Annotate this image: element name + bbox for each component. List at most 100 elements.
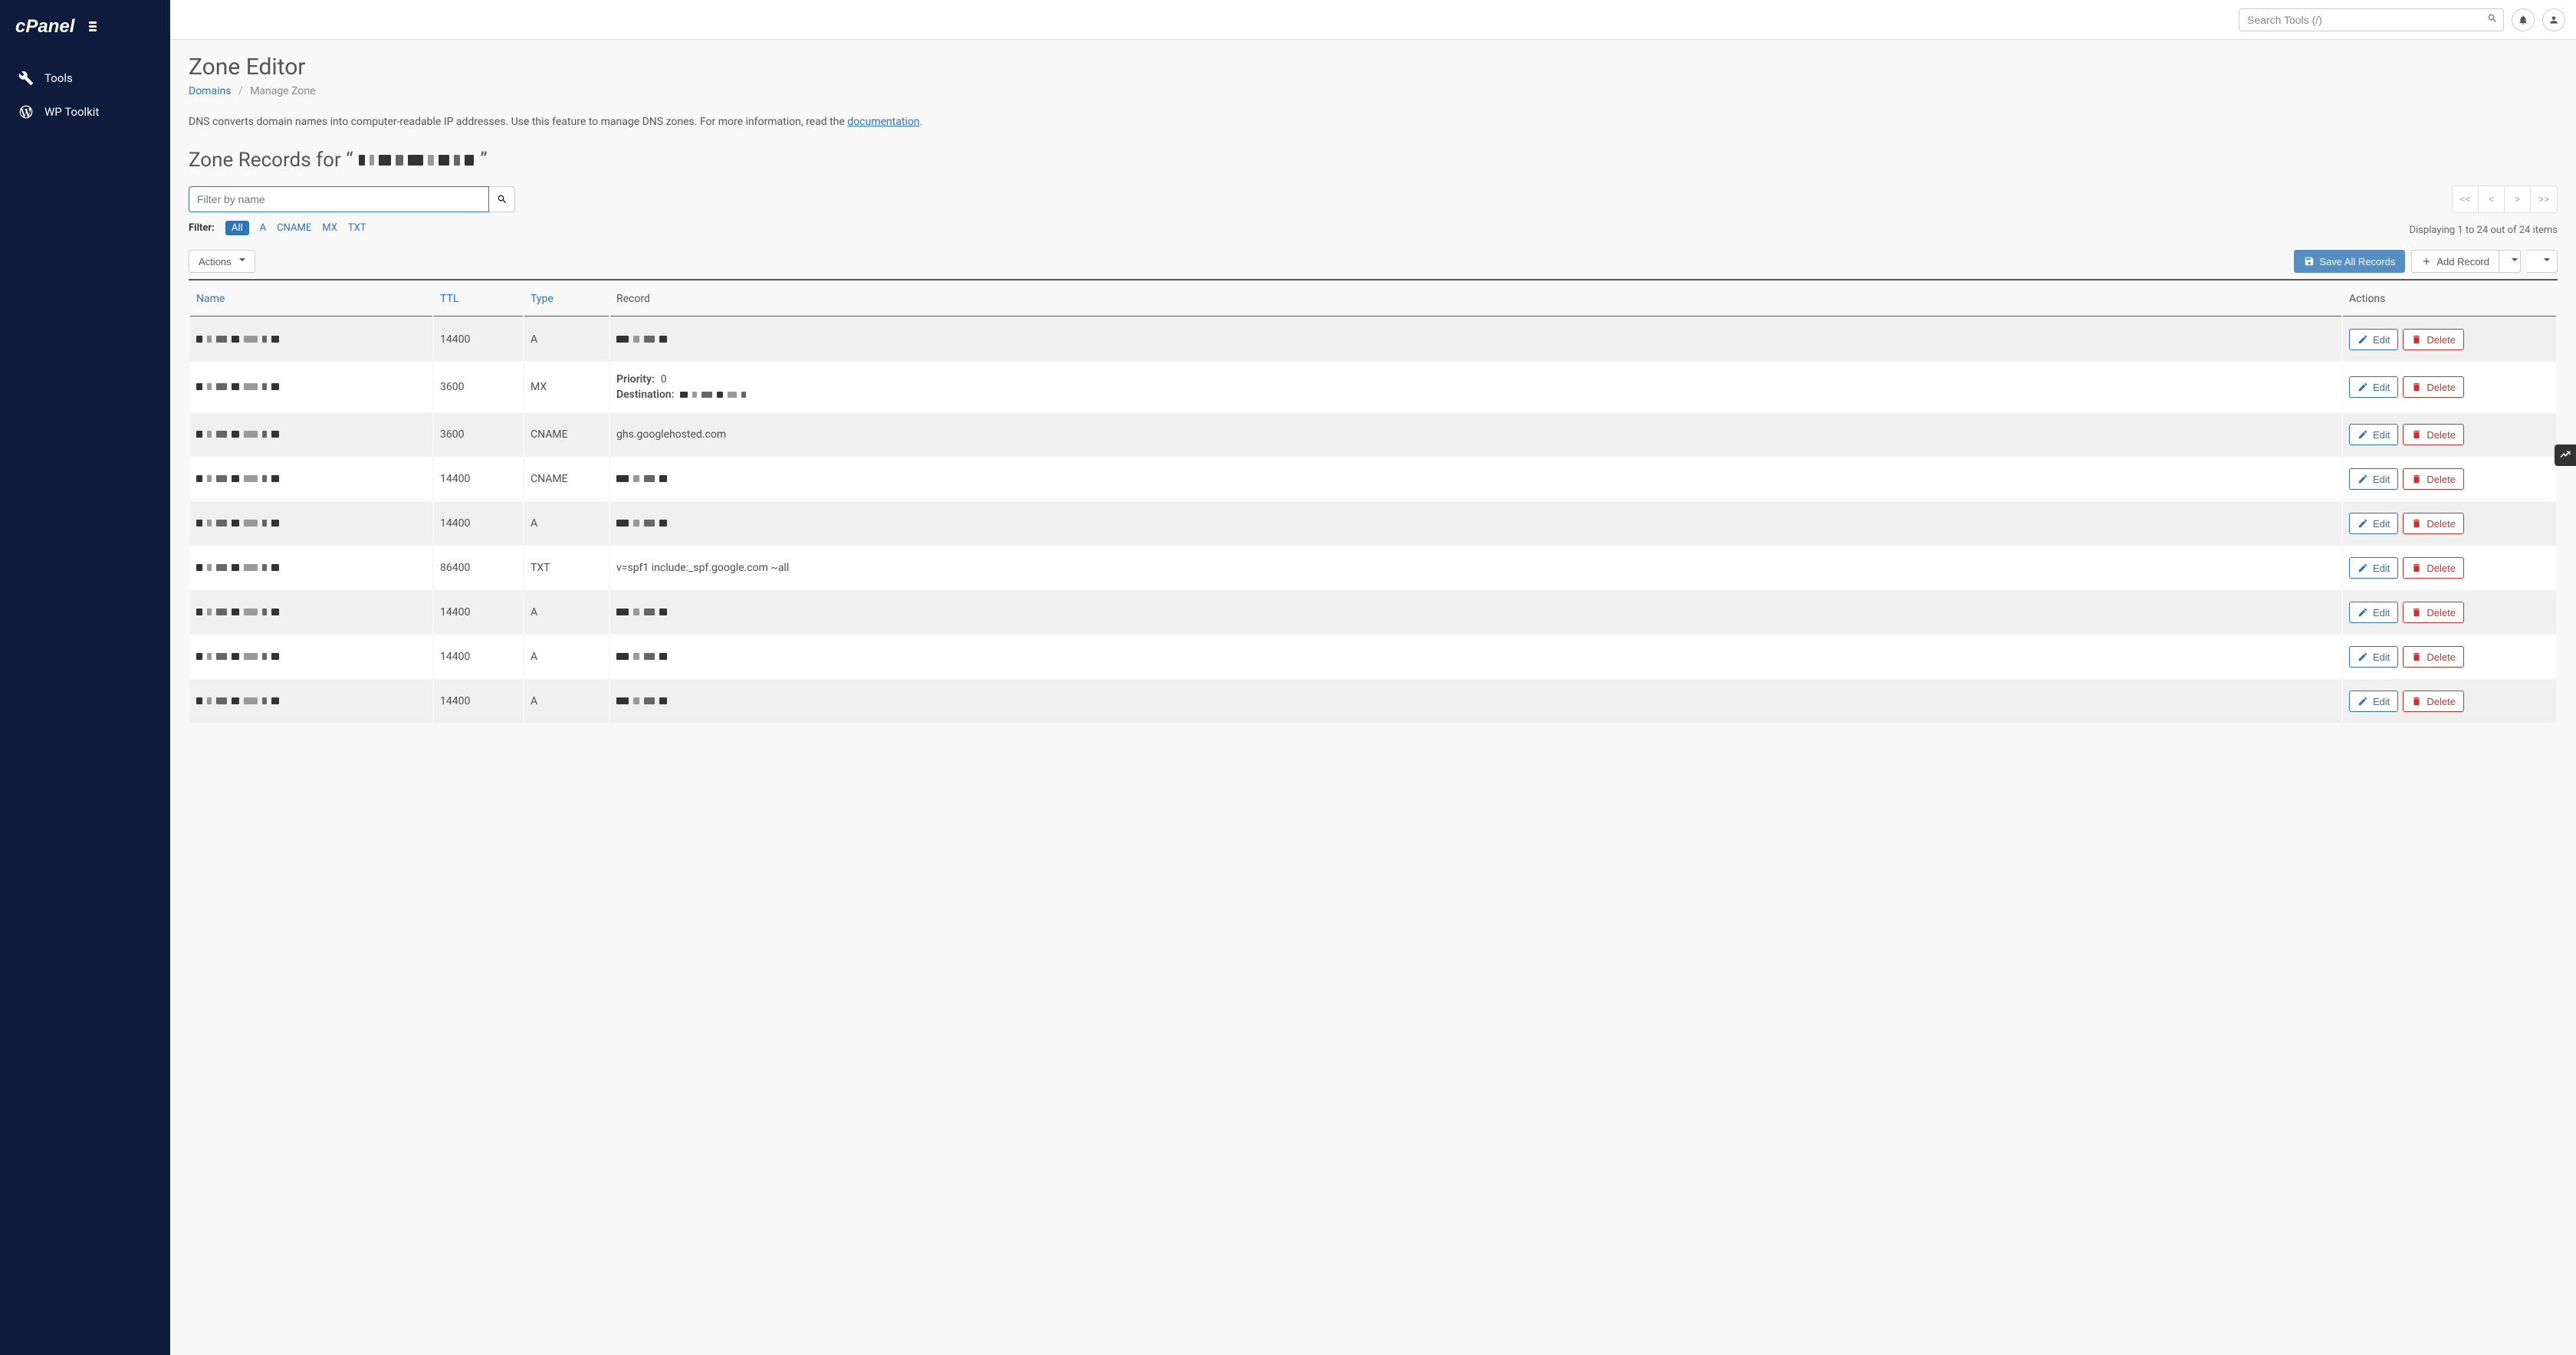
cell-name [190,546,432,589]
cell-ttl: 14400 [434,680,523,723]
filter-tab-txt[interactable]: TXT [348,222,366,234]
cell-ttl: 14400 [434,458,523,500]
redacted-text [196,697,279,704]
bell-icon [2518,15,2528,25]
edit-button[interactable]: Edit [2349,376,2398,398]
cell-name [190,635,432,678]
svg-text:cPanel: cPanel [15,17,76,37]
column-header-record: Record [610,282,2341,317]
filter-tab-a[interactable]: A [260,222,266,234]
user-icon [2548,15,2559,25]
tools-icon [18,71,34,86]
pencil-icon [2358,474,2368,484]
sidebar-item-wp-toolkit[interactable]: WP Toolkit [0,95,170,129]
cell-ttl: 14400 [434,502,523,545]
table-row: 14400AEditDelete [190,591,2556,634]
pagination-next[interactable]: > [2505,186,2531,212]
cell-record [610,458,2341,500]
redacted-text [680,392,746,398]
user-menu-button[interactable] [2542,8,2565,31]
cell-actions: EditDelete [2343,502,2556,545]
filter-input[interactable] [189,186,489,212]
description: DNS converts domain names into computer-… [189,114,2558,130]
edit-button[interactable]: Edit [2349,468,2398,490]
cell-record: Priority: 0Destination: [610,363,2341,412]
pagination-last[interactable]: >> [2531,186,2557,212]
table-row: 3600CNAMEghs.googlehosted.comEditDelete [190,413,2556,456]
records-table: Name TTL Type Record Actions 14400AEditD… [189,279,2558,724]
edit-button[interactable]: Edit [2349,424,2398,445]
cell-type: MX [524,363,609,412]
breadcrumb: Domains / Manage Zone [189,85,2558,97]
add-record-button[interactable]: Add Record [2411,250,2499,273]
search-icon[interactable] [2487,13,2498,27]
pencil-icon [2358,334,2368,345]
plus-icon [2421,256,2432,267]
delete-button[interactable]: Delete [2403,691,2464,712]
add-record-dropdown[interactable] [2499,250,2521,273]
cell-ttl: 14400 [434,591,523,634]
search-input[interactable] [2239,8,2504,31]
breadcrumb-domains[interactable]: Domains [189,85,231,97]
filter-tab-mx[interactable]: MX [322,222,337,234]
delete-button[interactable]: Delete [2403,557,2464,579]
redacted-text [616,520,667,527]
save-icon [2304,256,2315,267]
redacted-text [196,609,279,615]
pagination-first[interactable]: << [2453,186,2479,212]
redacted-text [616,697,667,704]
sidebar-nav: Tools WP Toolkit [0,54,170,129]
delete-button[interactable]: Delete [2403,329,2464,350]
edit-button[interactable]: Edit [2349,329,2398,350]
zone-records-heading: Zone Records for “ ” [189,149,2558,172]
cell-actions: EditDelete [2343,318,2556,361]
notifications-button[interactable] [2512,8,2535,31]
filter-tab-cname[interactable]: CNAME [277,222,311,234]
page-title: Zone Editor [189,54,2558,80]
filter-submit-button[interactable] [489,186,515,212]
content: Zone Editor Domains / Manage Zone DNS co… [170,40,2576,755]
edit-button[interactable]: Edit [2349,557,2398,579]
cell-type: CNAME [524,413,609,456]
cell-record [610,318,2341,361]
delete-button[interactable]: Delete [2403,468,2464,490]
cell-type: TXT [524,546,609,589]
floating-analytics-tab[interactable] [2555,445,2576,466]
cell-record: v=spf1 include:_spf.google.com ~all [610,546,2341,589]
delete-button[interactable]: Delete [2403,513,2464,534]
pencil-icon [2358,651,2368,662]
delete-button[interactable]: Delete [2403,602,2464,623]
cell-type: A [524,318,609,361]
save-all-records-button[interactable]: Save All Records [2294,250,2405,273]
pencil-icon [2358,607,2368,618]
sidebar-item-tools[interactable]: Tools [0,61,170,95]
redacted-text [196,431,279,438]
wordpress-icon [18,104,34,120]
delete-button[interactable]: Delete [2403,376,2464,398]
delete-button[interactable]: Delete [2403,646,2464,668]
redacted-text [616,609,667,615]
column-header-name[interactable]: Name [190,282,432,317]
edit-button[interactable]: Edit [2349,602,2398,623]
edit-button[interactable]: Edit [2349,513,2398,534]
edit-button[interactable]: Edit [2349,646,2398,668]
table-settings-button[interactable] [2527,250,2558,273]
cell-record [610,680,2341,723]
column-header-type[interactable]: Type [524,282,609,317]
trash-icon [2411,334,2422,345]
delete-button[interactable]: Delete [2403,424,2464,445]
cell-name [190,318,432,361]
column-header-ttl[interactable]: TTL [434,282,523,317]
cell-actions: EditDelete [2343,591,2556,634]
cell-ttl: 3600 [434,413,523,456]
brand-logo[interactable]: cPanel [0,0,170,54]
pagination-prev[interactable]: < [2479,186,2505,212]
table-row: 3600MXPriority: 0Destination:EditDelete [190,363,2556,412]
filter-tab-all[interactable]: All [225,221,249,235]
actions-dropdown[interactable]: Actions [189,250,255,273]
edit-button[interactable]: Edit [2349,691,2398,712]
documentation-link[interactable]: documentation [847,116,919,128]
cell-actions: EditDelete [2343,363,2556,412]
trash-icon [2411,382,2422,392]
redacted-text [616,475,667,482]
